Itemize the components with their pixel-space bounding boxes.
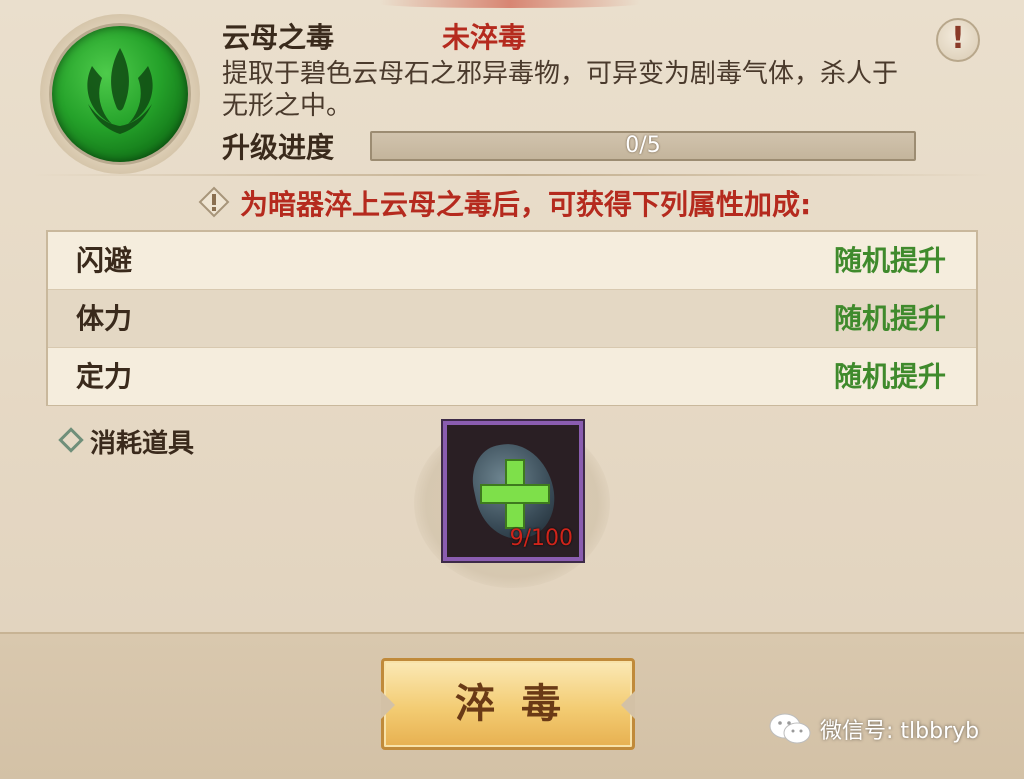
- skill-title: 云母之毒: [222, 21, 335, 54]
- attribute-name: 定力: [76, 360, 133, 393]
- attribute-value: 随机提升: [833, 360, 946, 393]
- skill-description: 提取于碧色云母石之邪异毒物，可异变为剧毒气体，杀人于无形之中。: [222, 59, 899, 121]
- temper-poison-button[interactable]: 淬毒: [381, 658, 635, 750]
- diamond-bullet-icon: [58, 427, 84, 453]
- attribute-name: 体力: [76, 302, 133, 335]
- watermark: 微信号: tlbbryb: [768, 712, 979, 746]
- attribute-row: 闪避 随机提升: [48, 232, 976, 290]
- item-slot[interactable]: 9/100: [443, 421, 583, 561]
- attribute-table: 闪避 随机提升 体力 随机提升 定力 随机提升: [46, 230, 978, 406]
- progress-label: 升级进度: [222, 131, 335, 164]
- attribute-row: 定力 随机提升: [48, 348, 976, 405]
- skill-icon-frame: [40, 14, 200, 174]
- attribute-name: 闪避: [76, 244, 133, 277]
- skill-panel: 云母之毒 未淬毒 ! 提取于碧色云母石之邪异毒物，可异变为剧毒气体，杀人于无形之…: [0, 0, 1024, 632]
- warning-icon: [198, 186, 230, 218]
- skill-status: 未淬毒: [442, 21, 527, 54]
- bonus-notice: 为暗器淬上云母之毒后，可获得下列属性加成:: [240, 188, 812, 221]
- progress-text: 0/5: [625, 133, 661, 158]
- plus-icon: [480, 484, 550, 504]
- item-count: 9/100: [509, 526, 573, 551]
- button-notch-left: [381, 691, 395, 719]
- attribute-value: 随机提升: [833, 302, 946, 335]
- temper-poison-label: 淬毒: [455, 681, 587, 727]
- watermark-text: 微信号: tlbbryb: [820, 719, 980, 744]
- divider: [30, 174, 994, 176]
- poison-orb-icon: [52, 26, 188, 162]
- wechat-icon: [769, 713, 811, 744]
- top-glow: [380, 0, 640, 8]
- info-button[interactable]: !: [936, 18, 980, 62]
- button-notch-right: [621, 691, 635, 719]
- progress-bar: 0/5: [370, 131, 916, 161]
- consume-label: 消耗道具: [90, 429, 195, 459]
- attribute-row: 体力 随机提升: [48, 290, 976, 348]
- attribute-value: 随机提升: [833, 244, 946, 277]
